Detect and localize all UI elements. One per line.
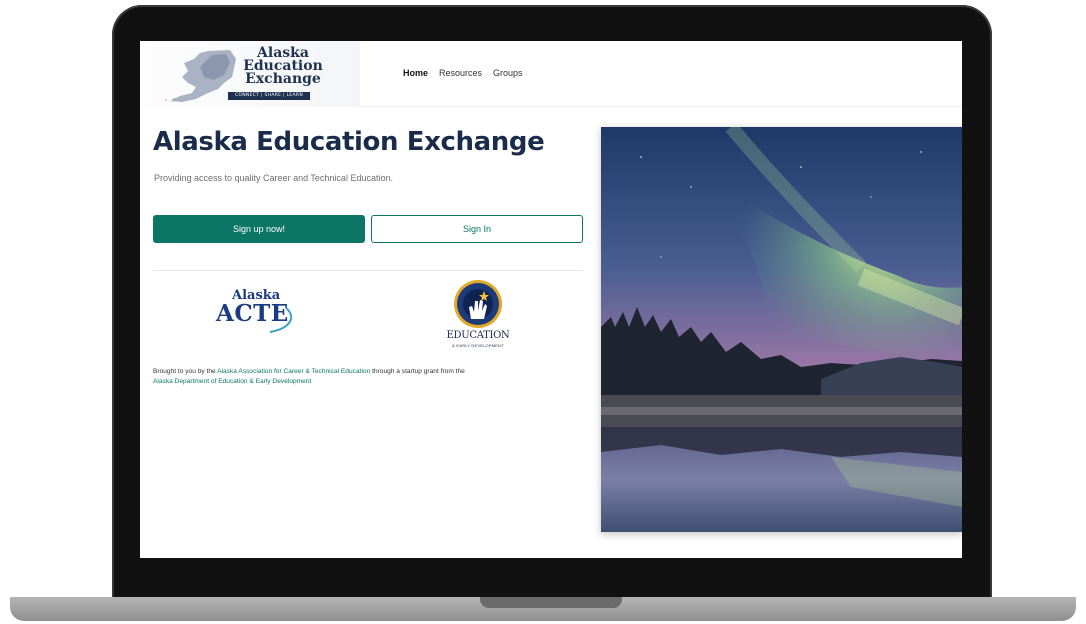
sign-up-button[interactable]: Sign up now!	[153, 215, 365, 243]
alaska-acte-logo[interactable]: Alaska ACTE	[200, 286, 310, 336]
acte-link[interactable]: Alaska Association for Career & Technica…	[217, 368, 370, 375]
credits-middle: through a startup grant from the	[370, 368, 465, 375]
acte-swoosh-icon	[269, 307, 293, 333]
main-nav: Home Resources Groups	[403, 68, 523, 78]
education-seal-icon	[454, 280, 502, 328]
nav-home[interactable]: Home	[403, 68, 428, 78]
page-title: Alaska Education Exchange	[153, 127, 545, 157]
page-subtitle: Providing access to quality Career and T…	[154, 173, 393, 183]
site-logo[interactable]: Alaska Education Exchange CONNECT | SHAR…	[140, 41, 360, 107]
logo-wordmark: Alaska Education Exchange	[228, 46, 338, 87]
laptop-notch	[480, 597, 622, 608]
aurora-hero-image	[601, 127, 962, 532]
logo-line-3: Exchange	[245, 71, 321, 87]
credits-prefix: Brought to you by the	[153, 368, 218, 375]
sign-in-button[interactable]: Sign In	[371, 215, 583, 243]
education-logo-word: EDUCATION	[446, 330, 510, 341]
nav-resources[interactable]: Resources	[439, 68, 482, 78]
credits-text: Brought to you by the Alaska Association…	[153, 367, 583, 386]
divider	[153, 270, 583, 271]
department-link[interactable]: Alaska Department of Education & Early D…	[153, 378, 311, 385]
logo-tagline: CONNECT | SHARE | LEARN	[228, 92, 310, 100]
nav-groups[interactable]: Groups	[493, 68, 523, 78]
browser-screen: Alaska Education Exchange CONNECT | SHAR…	[140, 41, 962, 558]
education-logo[interactable]: EDUCATION & EARLY DEVELOPMENT	[438, 279, 518, 357]
site-header: Alaska Education Exchange CONNECT | SHAR…	[140, 41, 962, 107]
education-logo-subtitle: & EARLY DEVELOPMENT	[452, 343, 504, 348]
